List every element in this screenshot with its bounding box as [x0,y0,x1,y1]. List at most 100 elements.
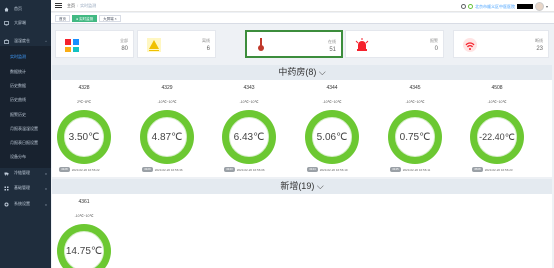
sidebar-item-label: 月报表温湿设置 [10,126,38,131]
sidebar-item-home[interactable]: 首页 [0,4,51,14]
sidebar-item-label: 报警历史 [10,112,26,117]
stat-label: 全部 [120,38,128,43]
group-header[interactable]: 中药房(8) ⌵ [52,65,552,80]
sidebar-item-label: 冷链管理 [14,170,30,175]
breadcrumb-current: 实时监测 [80,2,97,8]
refresh-icon[interactable] [467,4,473,9]
sidebar-subitem-stats[interactable]: 数据统计 [0,67,51,77]
temperature-gauge: -22.40℃ [470,110,524,164]
sidebar-subitem-history[interactable]: 历史数据 [0,81,51,91]
sensor-timestamp: 2023-02-20 16:56:22 [71,167,100,172]
sidebar-item-label: 系统设置 [14,201,30,206]
group-header[interactable]: 新增(19) ⌵ [52,179,552,194]
organization-name: 北京市顺义区中医医院 [474,3,515,9]
temperature-value: 14.75℃ [64,231,104,268]
sidebar-item-label: 温湿度仓 [14,38,30,43]
sidebar-item-label: 大屏端 [14,20,26,25]
chevron-down-icon: v [45,185,47,191]
sidebar-subitem-alarm-history[interactable]: 报警历史 [0,110,51,120]
sensor-card[interactable]: 4345 -10℃~10℃ 0.75℃ 4345 2023-02-20 16:5… [385,85,465,175]
temperature-gauge: 6.43℃ [222,110,276,164]
temperature-value: 0.75℃ [395,117,435,157]
sensor-card[interactable]: 4361 -10℃~10℃ 14.75℃ [54,199,134,268]
stat-label: 报警 [430,38,438,43]
sidebar: 首页 大屏端 温湿度仓 ^ 实时监测 数据统计 历史数据 历史曲线 报警历史 月… [0,0,51,268]
stat-card-online[interactable]: 在线 51 [245,30,343,58]
stat-card-disconnected[interactable]: 断线 23 [453,30,549,58]
stat-count: 0 [434,46,438,52]
temperature-value: 3.50℃ [64,117,104,157]
chevron-down-icon: v [45,201,47,207]
sensor-name: 4328 [78,85,90,91]
username-redacted [516,4,533,9]
sensor-range: -10℃~10℃ [322,100,342,104]
stat-card-all[interactable]: 全部 80 [55,30,134,58]
grid-color-icon [64,37,80,53]
grid-icon [4,186,9,191]
sensor-footer: 4344 2023-02-20 16:56:19 [307,167,348,172]
tag-home[interactable]: 首页 [55,14,70,22]
temperature-gauge: 14.75℃ [57,224,111,268]
offline-icon [146,37,162,53]
tag-realtime[interactable]: ● 实时监测 [72,14,98,22]
sensor-id-badge: 4345 [390,167,401,172]
sidebar-item-label: 历史曲线 [10,97,26,102]
sensor-range: 2℃~8℃ [77,100,91,104]
stat-label: 离线 [202,38,210,43]
group-title: 中药房(8) [278,67,317,77]
chevron-down-icon: v [45,170,47,176]
truck-icon [4,171,9,176]
menu-toggle-icon[interactable] [55,3,62,8]
sensor-id-badge: 4343 [224,167,235,172]
sidebar-subitem-realtime[interactable]: 实时监测 [0,52,51,62]
sensor-footer: 4508 2023-02-20 16:56:23 [472,167,513,172]
user-dropdown-caret[interactable]: ▾ [546,4,548,9]
sidebar-item-warehouse[interactable]: 温湿度仓 ^ [0,36,51,46]
sidebar-subitem-curve[interactable]: 历史曲线 [0,95,51,105]
sidebar-subitem-monthly-settings[interactable]: 月报表温湿设置 [0,124,51,134]
alarm-icon [354,37,370,53]
sidebar-item-label: 设备分布 [10,154,26,159]
sidebar-item-coldchain[interactable]: 冷链管理 v [0,168,51,178]
breadcrumb-home[interactable]: 主页 [67,3,75,9]
warehouse-icon [4,38,9,44]
gear-icon [4,202,9,207]
chevron-up-icon: ^ [45,38,47,44]
temperature-gauge: 0.75℃ [388,110,442,164]
sensor-card[interactable]: 4344 -10℃~10℃ 5.06℃ 4344 2023-02-20 16:5… [302,85,382,175]
tag-screen[interactable]: 大屏端 × [99,14,121,22]
sensor-range: -10℃~10℃ [405,100,425,104]
sidebar-item-basic[interactable]: 基础管理 v [0,183,51,193]
header-right: 北京市顺义区中医医院 ▾ [460,2,548,11]
sensor-card[interactable]: 4328 2℃~8℃ 3.50℃ 4328 2023-02-20 16:56:2… [54,85,134,175]
sensor-name: 4344 [326,85,338,91]
stat-card-alarm[interactable]: 报警 0 [345,30,444,58]
chevron-down-icon: ⌵ [316,181,324,191]
stat-count: 51 [329,47,336,53]
sensor-card[interactable]: 4508 -10℃~10℃ -22.40℃ 4508 2023-02-20 16… [467,85,547,175]
sensor-range: -10℃~10℃ [239,100,259,104]
avatar[interactable] [534,2,544,11]
sensor-footer: 4343 2023-02-20 16:56:06 [224,167,265,172]
sensor-timestamp: 2023-02-20 16:56:19 [319,167,348,172]
sensor-card[interactable]: 4343 -10℃~10℃ 6.43℃ 4343 2023-02-20 16:5… [219,85,299,175]
group-section-new: 新增(19) ⌵ 4361 -10℃~10℃ 14.75℃ [52,179,552,268]
stat-card-offline[interactable]: 离线 6 [137,30,216,58]
sidebar-item-screen[interactable]: 大屏端 [0,18,51,28]
sensor-name: 4508 [491,85,503,91]
temperature-gauge: 3.50℃ [57,110,111,164]
sensor-card[interactable]: 4329 -10℃~10℃ 4.87℃ 4329 2023-02-20 16:5… [137,85,217,175]
sidebar-subitem-device-map[interactable]: 设备分布 [0,152,51,162]
help-icon[interactable] [460,4,466,9]
sensor-name: 4361 [78,199,90,205]
wifi-icon [462,37,478,53]
sensor-timestamp: 2023-02-20 16:56:06 [236,167,265,172]
sensor-timestamp: 2023-02-20 16:56:36 [154,167,183,172]
sensor-range: -10℃~10℃ [74,214,94,218]
group-title: 新增(19) [280,181,315,191]
sidebar-item-label: 月报表日报设置 [10,140,38,145]
sidebar-item-settings[interactable]: 系统设置 v [0,199,51,209]
chevron-down-icon: ⌵ [318,67,326,77]
sidebar-subitem-daily-settings[interactable]: 月报表日报设置 [0,138,51,148]
sensor-footer: 4328 2023-02-20 16:56:22 [59,167,100,172]
